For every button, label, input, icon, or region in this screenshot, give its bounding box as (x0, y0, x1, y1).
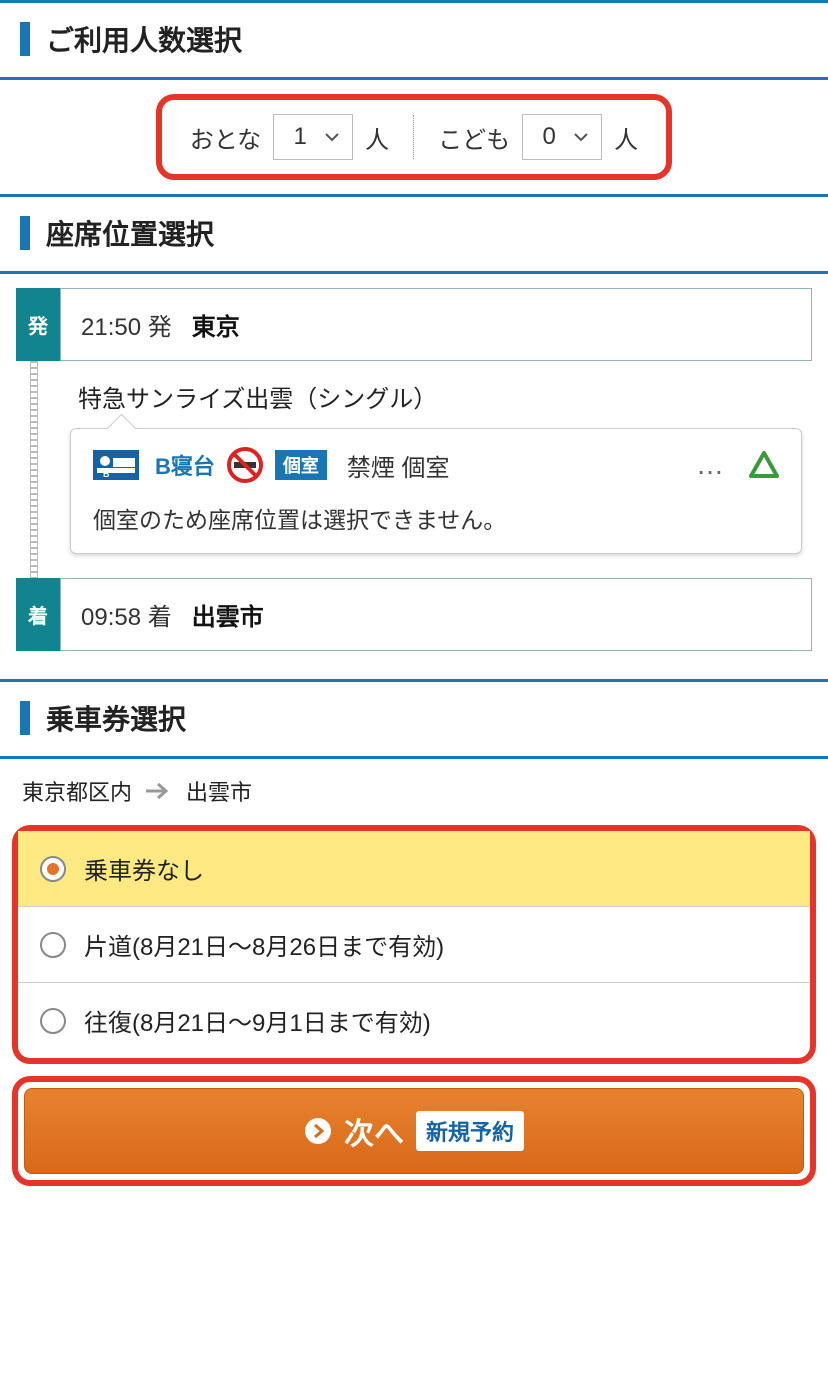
ellipsis-icon: … (696, 449, 727, 481)
arr-badge: 着 (16, 578, 60, 651)
passengers-area: おとな 1 人 こども 0 人 (0, 80, 828, 194)
dep-badge: 発 (16, 288, 60, 361)
section-title: ご利用人数選択 (46, 19, 242, 59)
room-tag: 個室 (275, 450, 327, 480)
unit-label: 人 (614, 120, 638, 155)
section-title: 乗車券選択 (46, 698, 186, 738)
arr-station: 出雲市 (192, 597, 264, 632)
separator (413, 115, 414, 159)
next-highlight: 次へ 新規予約 (12, 1076, 816, 1186)
ticket-options-highlight: 乗車券なし 片道(8月21日～8月26日まで有効) 往復(8月21日～9月1日ま… (12, 825, 816, 1064)
arr-time: 09:58 着 (81, 597, 172, 632)
next-button[interactable]: 次へ 新規予約 (24, 1088, 804, 1174)
availability-triangle-icon (749, 450, 779, 480)
svg-text:B: B (103, 469, 110, 479)
option-label: 乗車券なし (84, 851, 204, 886)
unit-label: 人 (365, 120, 389, 155)
ticket-from: 東京都区内 (22, 775, 132, 807)
chevron-circle-right-icon (304, 1117, 332, 1145)
accent-bar (20, 22, 30, 56)
train-segment: 特急サンライズ出雲（シングル） B B寝台 個室 禁煙 個室 … 個室のため座席… (60, 361, 812, 578)
ticket-option-roundtrip[interactable]: 往復(8月21日～9月1日まで有効) (18, 983, 810, 1058)
child-label: こども (438, 120, 510, 155)
section-header-seat: 座席位置選択 (0, 197, 828, 271)
train-name: 特急サンライズ出雲（シングル） (70, 379, 802, 414)
ticket-to: 出雲市 (186, 775, 252, 807)
radio-unselected (40, 932, 66, 958)
child-group: こども 0 人 (438, 114, 638, 160)
chevron-down-icon (573, 129, 589, 145)
seat-card-top: B B寝台 個室 禁煙 個室 … (93, 447, 779, 483)
berth-label: B寝台 (155, 449, 215, 481)
child-value: 0 (535, 123, 563, 151)
section-title: 座席位置選択 (46, 213, 214, 253)
next-button-wrap: 次へ 新規予約 (0, 1064, 828, 1198)
adult-label: おとな (190, 120, 261, 155)
dep-time: 21:50 発 (81, 307, 172, 342)
ticket-option-oneway[interactable]: 片道(8月21日～8月26日まで有効) (18, 907, 810, 983)
accent-bar (20, 701, 30, 735)
seat-note: 個室のため座席位置は選択できません。 (93, 501, 779, 535)
chevron-down-icon (324, 129, 340, 145)
dep-info: 21:50 発 東京 (60, 288, 812, 361)
arrival-row: 着 09:58 着 出雲市 (16, 578, 812, 651)
seat-text: 禁煙 個室 (347, 448, 450, 483)
section-header-passengers: ご利用人数選択 (0, 3, 828, 77)
departure-row: 発 21:50 発 東京 (16, 288, 812, 361)
next-label: 次へ (344, 1109, 404, 1153)
no-smoking-icon (227, 447, 263, 483)
seat-card[interactable]: B B寝台 個室 禁煙 個室 … 個室のため座席位置は選択できません。 (70, 428, 802, 554)
dep-station: 東京 (192, 307, 240, 342)
rail-icon (16, 361, 60, 578)
radio-selected (40, 856, 66, 882)
ticket-route: 東京都区内 出雲市 (0, 759, 828, 825)
accent-bar (20, 216, 30, 250)
connector: 特急サンライズ出雲（シングル） B B寝台 個室 禁煙 個室 … 個室のため座席… (16, 361, 812, 578)
passengers-highlight: おとな 1 人 こども 0 人 (156, 94, 672, 180)
child-select[interactable]: 0 (522, 114, 602, 160)
bed-icon: B (93, 450, 139, 480)
radio-unselected (40, 1008, 66, 1034)
ticket-option-none[interactable]: 乗車券なし (18, 831, 810, 907)
adult-value: 1 (286, 123, 314, 151)
spacer (0, 651, 828, 679)
section-header-ticket: 乗車券選択 (0, 682, 828, 756)
next-tag: 新規予約 (416, 1111, 524, 1151)
adult-select[interactable]: 1 (273, 114, 353, 160)
arrow-right-icon (146, 782, 172, 800)
adult-group: おとな 1 人 (190, 114, 389, 160)
option-label: 片道(8月21日～8月26日まで有効) (84, 927, 444, 962)
arr-info: 09:58 着 出雲市 (60, 578, 812, 651)
option-label: 往復(8月21日～9月1日まで有効) (84, 1003, 431, 1038)
route-block: 発 21:50 発 東京 特急サンライズ出雲（シングル） B B寝台 個室 禁煙… (0, 274, 828, 651)
